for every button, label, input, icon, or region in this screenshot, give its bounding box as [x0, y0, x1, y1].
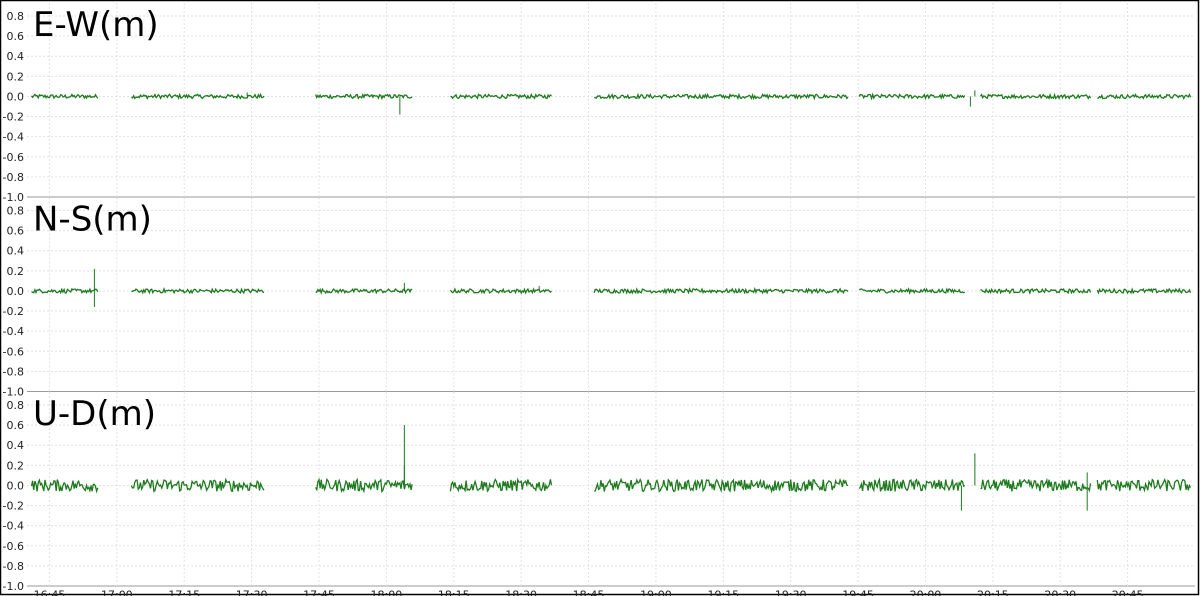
- y-tick-label: 0.8: [7, 10, 25, 23]
- x-tick-label: 19:45: [842, 589, 874, 596]
- y-tick-label: 0.2: [7, 265, 25, 278]
- y-tick-label: -1.0: [3, 386, 24, 399]
- y-tick-label: 0.8: [7, 205, 25, 218]
- y-tick-label: 0.8: [7, 399, 25, 412]
- y-tick-label: -0.2: [3, 305, 24, 318]
- y-tick-label: -0.8: [3, 365, 24, 378]
- y-tick-label: -0.6: [3, 540, 24, 553]
- x-tick-label: 20:30: [1044, 589, 1076, 596]
- x-tick-label: 17:45: [303, 589, 335, 596]
- y-tick-label: -0.6: [3, 345, 24, 358]
- x-tick-label: 19:15: [707, 589, 739, 596]
- x-tick-label: 17:00: [101, 589, 133, 596]
- panel-title: U-D(m): [33, 394, 156, 434]
- y-tick-label: 0.6: [7, 225, 25, 238]
- x-tick-label: 18:45: [573, 589, 605, 596]
- y-tick-label: 0.0: [7, 479, 25, 492]
- y-tick-label: -0.4: [3, 325, 24, 338]
- x-tick-label: 18:30: [505, 589, 537, 596]
- x-tick-label: 20:00: [910, 589, 942, 596]
- y-tick-label: -1.0: [3, 580, 24, 593]
- y-tick-label: -0.2: [3, 500, 24, 513]
- y-tick-label: 0.6: [7, 419, 25, 432]
- y-tick-label: -0.4: [3, 131, 24, 144]
- x-tick-label: 18:15: [438, 589, 470, 596]
- y-tick-label: -1.0: [3, 191, 24, 204]
- y-tick-label: 0.2: [7, 70, 25, 83]
- x-tick-label: 19:00: [640, 589, 672, 596]
- y-tick-label: -0.8: [3, 560, 24, 573]
- x-tick-label: 19:30: [775, 589, 807, 596]
- x-tick-label: 17:30: [236, 589, 268, 596]
- y-tick-label: 0.4: [7, 439, 25, 452]
- panel-title: E-W(m): [33, 5, 159, 45]
- y-tick-label: 0.4: [7, 50, 25, 63]
- x-tick-label: 20:45: [1112, 589, 1144, 596]
- y-tick-label: 0.0: [7, 285, 25, 298]
- panel-0: 0.8 0.6 0.4 0.2 0.0 -0.2 -0.4 -0.6 -0.8 -1.0 E-W(m…: [3, 3, 1195, 204]
- y-tick-label: 0.2: [7, 459, 25, 472]
- panel-title: N-S(m): [33, 200, 152, 240]
- y-tick-label: 0.6: [7, 30, 25, 43]
- y-tick-label: -0.2: [3, 111, 24, 124]
- y-tick-label: 0.4: [7, 245, 25, 258]
- y-tick-label: -0.6: [3, 151, 24, 164]
- y-tick-label: -0.8: [3, 171, 24, 184]
- chart: 0.8 0.6 0.4 0.2 0.0 -0.2 -0.4 -0.6 -0.8 -1.0 E-W(m…: [0, 0, 1200, 596]
- x-tick-label: 16:45: [34, 589, 66, 596]
- x-tick-label: 18:00: [371, 589, 403, 596]
- x-tick-label: 17:15: [168, 589, 200, 596]
- y-tick-label: 0.0: [7, 90, 25, 103]
- y-tick-label: -0.4: [3, 520, 24, 533]
- x-tick-label: 20:15: [977, 589, 1009, 596]
- panel-1: 0.8 0.6 0.4 0.2 0.0 -0.2 -0.4 -0.6 -0.8 -1.0 N-S(m…: [3, 197, 1195, 399]
- panel-2: 0.8 0.6 0.4 0.2 0.0 -0.2 -0.4 -0.6 -0.8 -1.0 U-D(m…: [3, 392, 1195, 593]
- series-line: [30, 92, 1192, 101]
